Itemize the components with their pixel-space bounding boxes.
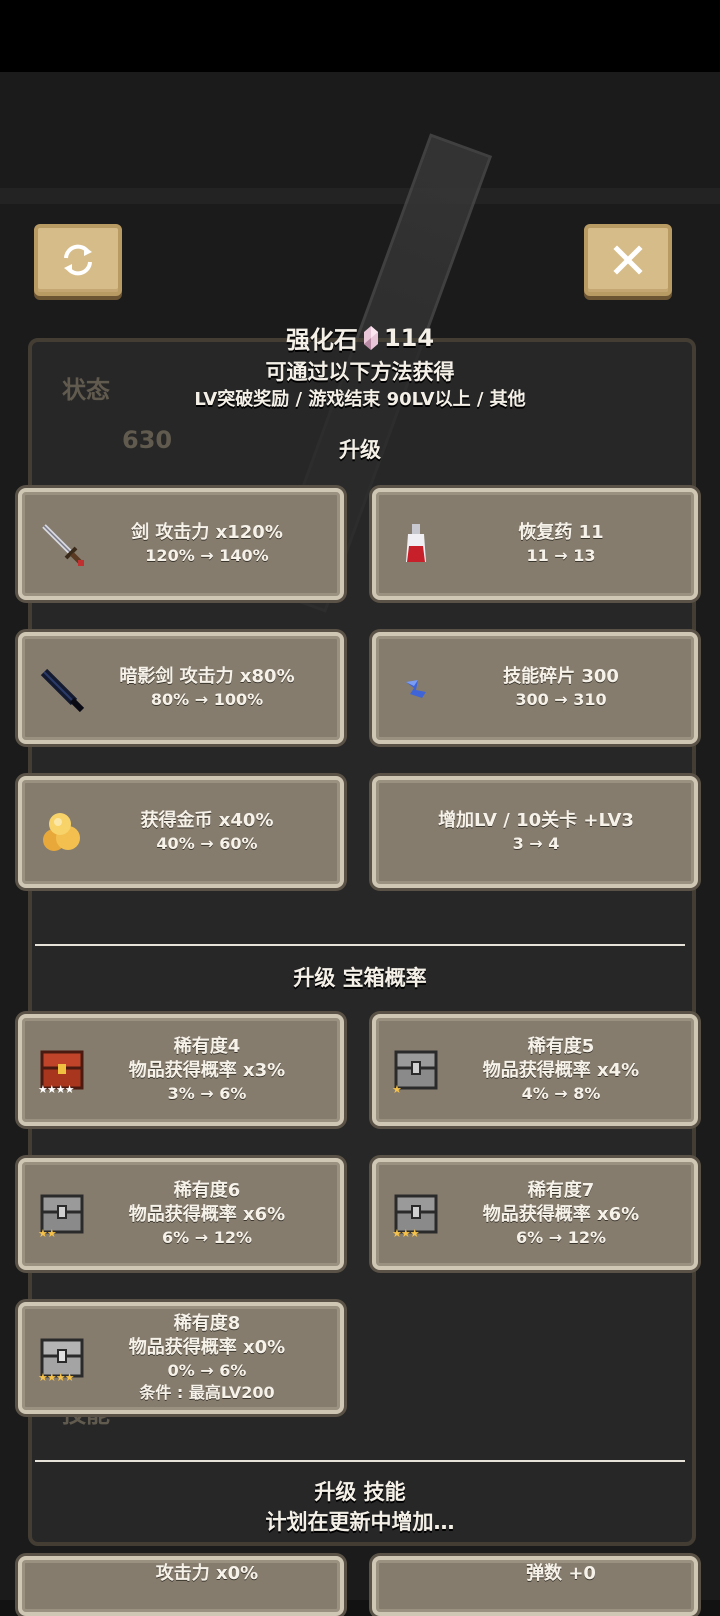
chest-title: 稀有度4 <box>173 1036 241 1057</box>
chest-red-icon: ★★★★ <box>38 1046 86 1096</box>
upgrade-card-shadow-sword[interactable]: 暗影剑 攻击力 x80% 80% → 100% <box>18 632 344 744</box>
chest-change: 4% → 8% <box>521 1084 601 1103</box>
section-divider <box>35 1460 685 1462</box>
upgrade-title: 增加LV / 10关卡 +LV3 <box>438 810 634 831</box>
gold-coins-icon <box>38 808 86 856</box>
chest-change: 6% → 12% <box>161 1228 252 1247</box>
chest-card-rarity7[interactable]: ★★★ 稀有度7 物品获得概率 x6% 6% → 12% <box>372 1158 698 1270</box>
chest-rate: 物品获得概率 x6% <box>482 1204 640 1225</box>
currency-header: 强化石 114 <box>0 320 720 355</box>
section-chest-title: 升级 宝箱概率 <box>293 966 427 990</box>
upgrade-change: 40% → 60% <box>156 834 258 853</box>
chest-gray-icon: ★★★★ <box>38 1334 86 1384</box>
currency-name: 强化石 <box>285 326 358 354</box>
rarity-stars: ★★★★ <box>38 1083 74 1096</box>
upgrade-card-level[interactable]: 增加LV / 10关卡 +LV3 3 → 4 <box>372 776 698 888</box>
skill-shard-icon <box>392 664 440 712</box>
obtain-sources: LV突破奖励 / 游戏结束 90LV以上 / 其他 <box>194 389 526 410</box>
upgrade-title: 剑 攻击力 x120% <box>131 522 283 543</box>
chest-title: 稀有度6 <box>173 1180 241 1201</box>
backdrop-strip <box>0 188 720 204</box>
chest-gray-icon: ★ <box>392 1046 440 1096</box>
upgrade-card-skill-shard[interactable]: 技能碎片 300 300 → 310 <box>372 632 698 744</box>
upgrade-card-potion[interactable]: 恢复药 11 11 → 13 <box>372 488 698 600</box>
chest-title: 稀有度5 <box>527 1036 595 1057</box>
chest-card-rarity5[interactable]: ★ 稀有度5 物品获得概率 x4% 4% → 8% <box>372 1014 698 1126</box>
skill-planned-note: 计划在更新中增加… <box>265 1510 455 1534</box>
chest-rate: 物品获得概率 x3% <box>128 1060 286 1081</box>
chest-change: 0% → 6% <box>167 1361 247 1380</box>
chest-change: 6% → 12% <box>515 1228 606 1247</box>
chest-condition: 条件 : 最高LV200 <box>139 1383 275 1402</box>
chest-rate: 物品获得概率 x0% <box>128 1337 286 1358</box>
chest-rate: 物品获得概率 x4% <box>482 1060 640 1081</box>
upgrade-title: 恢复药 11 <box>518 522 604 543</box>
sword-icon <box>38 520 86 568</box>
chest-card-rarity6[interactable]: ★★ 稀有度6 物品获得概率 x6% 6% → 12% <box>18 1158 344 1270</box>
potion-icon <box>392 520 440 568</box>
skill-card-bullets[interactable]: 弹数 +0 <box>372 1556 698 1616</box>
skill-card-attack[interactable]: 攻击力 x0% <box>18 1556 344 1616</box>
chest-title: 稀有度8 <box>173 1313 241 1334</box>
skill-title: 攻击力 x0% <box>155 1563 259 1584</box>
chest-gray-icon: ★★★ <box>392 1190 440 1240</box>
refresh-icon <box>64 244 92 276</box>
rarity-stars: ★★★ <box>392 1227 420 1240</box>
upgrade-title: 获得金币 x40% <box>140 810 274 831</box>
skill-title: 弹数 +0 <box>526 1563 596 1584</box>
upgrade-title: 暗影剑 攻击力 x80% <box>119 666 295 687</box>
upgrade-title: 技能碎片 300 <box>503 666 619 687</box>
chest-change: 3% → 6% <box>167 1084 247 1103</box>
shadow-sword-icon <box>38 664 86 712</box>
chest-title: 稀有度7 <box>527 1180 595 1201</box>
top-black-bar <box>0 0 720 72</box>
upgrade-card-sword[interactable]: 剑 攻击力 x120% 120% → 140% <box>18 488 344 600</box>
upgrade-change: 11 → 13 <box>526 546 596 565</box>
chest-card-rarity8[interactable]: ★★★★ 稀有度8 物品获得概率 x0% 0% → 6% 条件 : 最高LV20… <box>18 1302 344 1414</box>
upgrade-card-gold[interactable]: 获得金币 x40% 40% → 60% <box>18 776 344 888</box>
chest-gray-icon: ★★ <box>38 1190 86 1240</box>
section-divider <box>35 944 685 946</box>
upgrade-change: 120% → 140% <box>145 546 269 565</box>
rarity-stars: ★★★★ <box>38 1371 74 1384</box>
rarity-stars: ★★ <box>38 1227 57 1240</box>
close-icon <box>613 245 643 275</box>
upgrade-change: 80% → 100% <box>150 690 264 709</box>
refresh-button[interactable] <box>34 224 122 296</box>
section-upgrade-title: 升级 <box>339 438 381 462</box>
section-skill-title: 升级 技能 <box>314 1480 406 1504</box>
crystal-icon <box>363 325 378 350</box>
close-button[interactable] <box>584 224 672 296</box>
upgrade-change: 3 → 4 <box>512 834 560 853</box>
chest-rate: 物品获得概率 x6% <box>128 1204 286 1225</box>
obtain-subtitle: 可通过以下方法获得 <box>265 360 455 384</box>
chest-card-rarity4[interactable]: ★★★★ 稀有度4 物品获得概率 x3% 3% → 6% <box>18 1014 344 1126</box>
currency-amount: 114 <box>383 323 435 352</box>
rarity-stars: ★ <box>392 1083 402 1096</box>
upgrade-change: 300 → 310 <box>515 690 607 709</box>
